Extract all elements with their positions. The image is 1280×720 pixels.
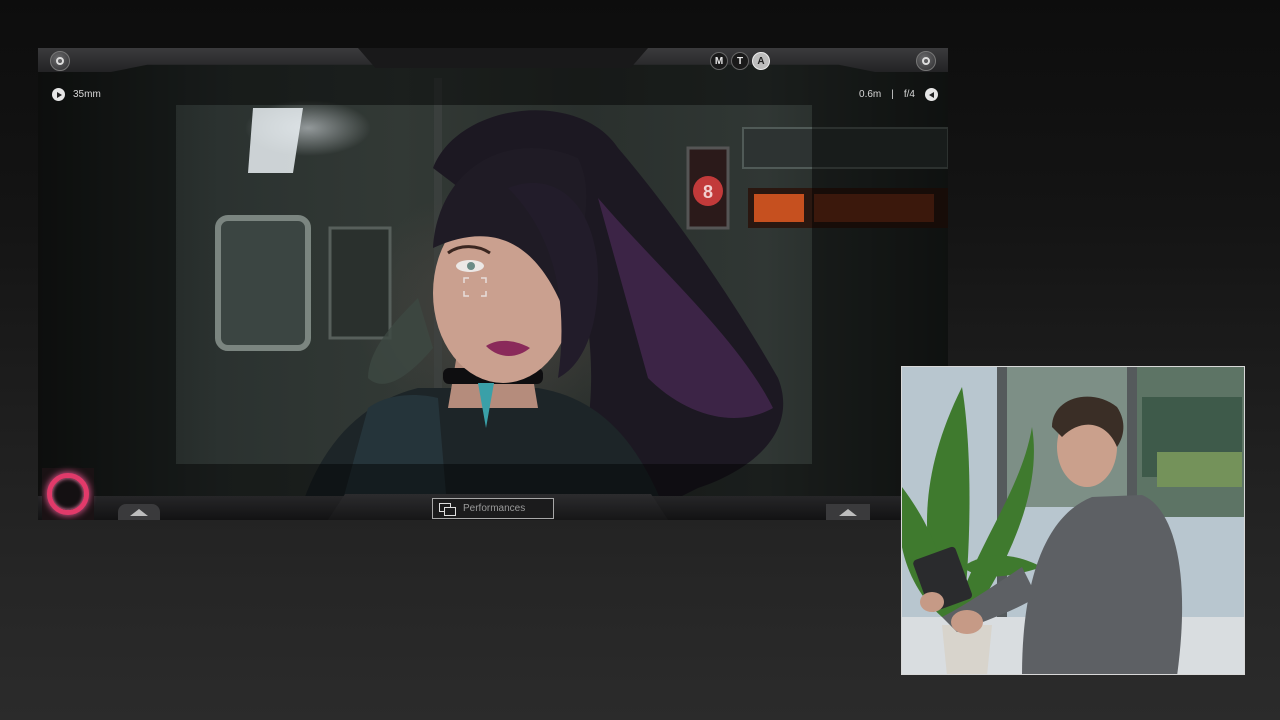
performances-button[interactable]: Performances [432, 498, 554, 519]
eye-icon [56, 57, 64, 65]
up-arrow-icon [839, 508, 857, 516]
performances-icon [439, 503, 456, 516]
lens-control: 35mm [52, 88, 101, 101]
top-toolbar-notch [358, 48, 648, 68]
webcam-illustration [902, 367, 1244, 674]
mode-button-tracked[interactable]: T [731, 52, 749, 70]
mode-button-auto[interactable]: A [752, 52, 770, 70]
frame-mask-left [38, 105, 176, 464]
focus-separator: | [891, 89, 894, 100]
record-icon [47, 473, 89, 515]
aperture-value[interactable]: f/4 [904, 89, 915, 100]
mode-button-manual[interactable]: M [710, 52, 728, 70]
focus-distance[interactable]: 0.6m [859, 89, 881, 100]
svg-text:8: 8 [703, 182, 713, 202]
settings-button[interactable] [916, 51, 936, 71]
up-arrow-icon [130, 508, 148, 516]
record-button[interactable] [42, 468, 94, 520]
settings-icon [922, 57, 930, 65]
webcam-overlay [901, 366, 1245, 675]
focus-control: 0.6m | f/4 [859, 88, 938, 101]
focus-reticle-icon [463, 277, 487, 297]
performances-label: Performances [463, 503, 526, 514]
lens-focal-length[interactable]: 35mm [73, 89, 101, 100]
right-panel-toggle[interactable] [826, 504, 870, 520]
back-icon[interactable] [925, 88, 938, 101]
left-panel-toggle[interactable] [118, 504, 160, 520]
play-icon[interactable] [52, 88, 65, 101]
visibility-button[interactable] [50, 51, 70, 71]
mode-selector: M T A [710, 52, 770, 70]
virtual-camera-window: 8 M T A 35mm 0.6m | f/4 Performances [38, 48, 948, 520]
